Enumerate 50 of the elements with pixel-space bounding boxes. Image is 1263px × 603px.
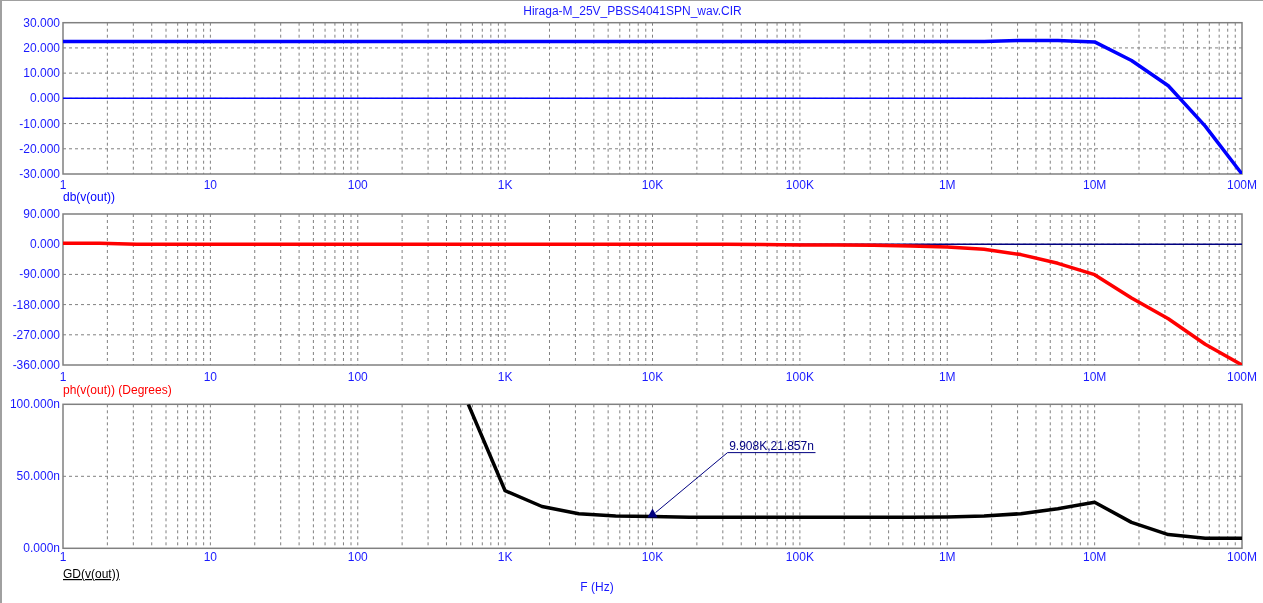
y-tick-label: -10.000 bbox=[19, 116, 60, 131]
x-tick-label: 100 bbox=[347, 370, 368, 384]
x-tick-label: 10 bbox=[203, 370, 218, 384]
x-axis-label: F (Hz) bbox=[580, 580, 614, 594]
y-tick-label: 90.000 bbox=[23, 207, 60, 221]
y-tick-label: 30.000 bbox=[23, 15, 60, 30]
x-tick-label: 1K bbox=[497, 370, 513, 384]
x-tick-label: 1K bbox=[497, 550, 513, 564]
x-tick-label: 100K bbox=[785, 550, 814, 564]
x-tick-label: 100 bbox=[347, 550, 368, 564]
annotation-label: 9.908K,21.857n bbox=[729, 438, 814, 453]
x-tick-label: 1M bbox=[938, 178, 956, 192]
x-tick-label: 1 bbox=[59, 550, 67, 564]
x-tick-label: 10K bbox=[641, 370, 664, 384]
y-tick-label: -20.000 bbox=[19, 141, 60, 156]
y-tick-label: 100.000n bbox=[9, 397, 60, 412]
y-tick-label: -360.000 bbox=[12, 358, 60, 372]
y-tick-label: -90.000 bbox=[19, 267, 60, 282]
x-tick-label: 1M bbox=[938, 370, 956, 384]
y-tick-label: -270.000 bbox=[12, 327, 60, 342]
trace-label[interactable]: ph(v(out)) (Degrees) bbox=[63, 383, 172, 397]
y-tick-label: 0.000 bbox=[29, 91, 60, 106]
y-tick-label: -30.000 bbox=[19, 167, 60, 181]
x-tick-label: 100K bbox=[785, 178, 814, 192]
x-tick-label: 100 bbox=[347, 178, 368, 192]
x-tick-label: 10M bbox=[1082, 178, 1107, 192]
y-tick-label: 0.000 bbox=[29, 237, 60, 252]
x-tick-label: 100M bbox=[1227, 370, 1257, 384]
x-tick-label: 10 bbox=[203, 550, 218, 564]
x-tick-label: 10K bbox=[641, 178, 664, 192]
x-tick-label: 1M bbox=[938, 550, 956, 564]
y-tick-label: 0.000n bbox=[23, 541, 60, 556]
x-tick-label: 10M bbox=[1082, 370, 1107, 384]
y-tick-label: -180.000 bbox=[12, 297, 60, 312]
x-tick-label: 10K bbox=[641, 550, 664, 564]
x-tick-label: 1K bbox=[497, 178, 513, 192]
x-tick-label: 100K bbox=[785, 370, 814, 384]
marker-icon bbox=[647, 508, 658, 518]
trace-label[interactable]: GD(v(out)) bbox=[63, 567, 120, 581]
x-tick-label: 100M bbox=[1227, 550, 1257, 564]
trace-label[interactable]: db(v(out)) bbox=[63, 190, 115, 204]
x-tick-label: 100M bbox=[1227, 178, 1257, 192]
x-tick-label: 10M bbox=[1082, 550, 1107, 564]
y-tick-label: 50.000n bbox=[16, 469, 60, 484]
x-tick-label: 1 bbox=[59, 178, 67, 192]
x-tick-label: 10 bbox=[203, 178, 218, 192]
y-tick-label: 20.000 bbox=[23, 40, 60, 55]
plot-title: Hiraga-M_25V_PBSS4041SPN_wav.CIR bbox=[523, 4, 742, 18]
y-tick-label: 10.000 bbox=[23, 66, 60, 81]
x-tick-label: 1 bbox=[59, 370, 67, 384]
